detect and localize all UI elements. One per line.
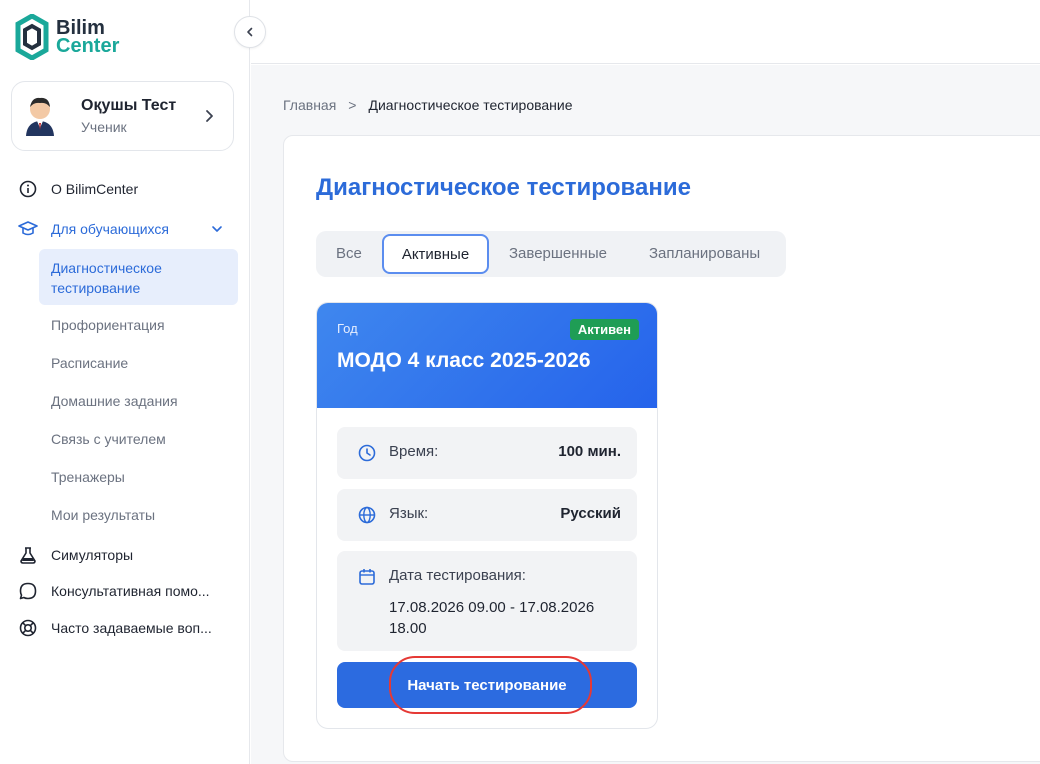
test-card: Год Активен МОДО 4 класс 2025-2026 Время… <box>316 302 658 729</box>
sidebar-item-trainers[interactable]: Тренажеры <box>51 469 125 485</box>
sidebar-item-schedule[interactable]: Расписание <box>51 355 128 371</box>
globe-icon <box>358 506 376 524</box>
tab-active[interactable]: Активные <box>382 234 489 274</box>
info-language: Язык: Русский <box>337 489 637 541</box>
breadcrumb: Главная > Диагностическое тестирование <box>283 97 573 113</box>
breadcrumb-current: Диагностическое тестирование <box>368 97 573 113</box>
info-date: Дата тестирования: 17.08.2026 09.00 - 17… <box>337 551 637 651</box>
collapse-sidebar-button[interactable] <box>234 16 266 48</box>
sidebar-item-career[interactable]: Профориентация <box>51 317 165 333</box>
language-value: Русский <box>560 505 621 522</box>
chevron-down-icon[interactable] <box>210 222 224 236</box>
profile-card[interactable]: Оқушы Тест Ученик <box>11 81 234 151</box>
nav-consult[interactable]: Консультативная помо... <box>18 581 210 601</box>
sidebar-item-contact-teacher[interactable]: Связь с учителем <box>51 431 166 447</box>
breadcrumb-home[interactable]: Главная <box>283 97 336 113</box>
graduation-cap-icon <box>18 219 38 239</box>
nav-faq-label: Часто задаваемые воп... <box>51 620 212 636</box>
page-title: Диагностическое тестирование <box>316 174 691 201</box>
test-title: МОДО 4 класс 2025-2026 <box>337 349 591 372</box>
test-card-header: Год Активен МОДО 4 класс 2025-2026 <box>317 303 657 408</box>
chevron-left-icon <box>247 27 253 37</box>
logo-text: Bilim Center <box>56 18 120 57</box>
logo-line2: Center <box>56 35 120 57</box>
nav-simulators-label: Симуляторы <box>51 547 134 563</box>
top-bar <box>251 0 1040 64</box>
info-icon <box>18 179 38 199</box>
sidebar-item-my-results[interactable]: Мои результаты <box>51 507 155 523</box>
nav-consult-label: Консультативная помо... <box>51 583 210 599</box>
sidebar: Bilim Center Оқушы Тест Ученик О BilimCe… <box>0 0 250 764</box>
breadcrumb-separator: > <box>348 97 357 113</box>
tab-all[interactable]: Все <box>336 231 362 277</box>
tab-scheduled[interactable]: Запланированы <box>649 231 760 277</box>
bilimcenter-logo[interactable]: Bilim Center <box>14 14 119 60</box>
info-time: Время: 100 мин. <box>337 427 637 479</box>
calendar-icon <box>359 569 375 585</box>
profile-name: Оқушы Тест <box>81 97 177 114</box>
profile-role: Ученик <box>81 119 127 135</box>
lifebuoy-icon <box>18 618 38 638</box>
sidebar-item-homework[interactable]: Домашние задания <box>51 393 178 409</box>
year-label: Год <box>337 321 358 336</box>
logo-icon <box>15 14 49 60</box>
clock-icon <box>358 444 376 462</box>
chevron-right-icon <box>206 110 213 122</box>
date-label: Дата тестирования: <box>389 567 526 584</box>
filter-tabs: Все Активные Завершенные Запланированы <box>316 231 786 277</box>
nav-students-label: Для обучающихся <box>51 221 169 237</box>
date-value: 17.08.2026 09.00 - 17.08.2026 18.00 <box>389 599 595 637</box>
time-label: Время: <box>389 443 439 460</box>
nav-about[interactable]: О BilimCenter <box>18 179 138 199</box>
start-test-button[interactable]: Начать тестирование <box>337 662 637 708</box>
nav-about-label: О BilimCenter <box>51 181 139 197</box>
avatar <box>26 97 54 136</box>
tab-completed[interactable]: Завершенные <box>509 231 607 277</box>
chat-bubble-icon <box>18 581 38 601</box>
flask-icon <box>18 545 38 565</box>
status-badge: Активен <box>569 319 639 340</box>
nav-faq[interactable]: Часто задаваемые воп... <box>18 618 212 638</box>
nav-simulators[interactable]: Симуляторы <box>18 545 133 565</box>
language-label: Язык: <box>389 505 429 522</box>
nav-students[interactable]: Для обучающихся <box>18 219 169 239</box>
time-value: 100 мин. <box>558 443 621 460</box>
sidebar-item-diagnostic[interactable]: Диагностическое тестирование <box>39 249 238 305</box>
